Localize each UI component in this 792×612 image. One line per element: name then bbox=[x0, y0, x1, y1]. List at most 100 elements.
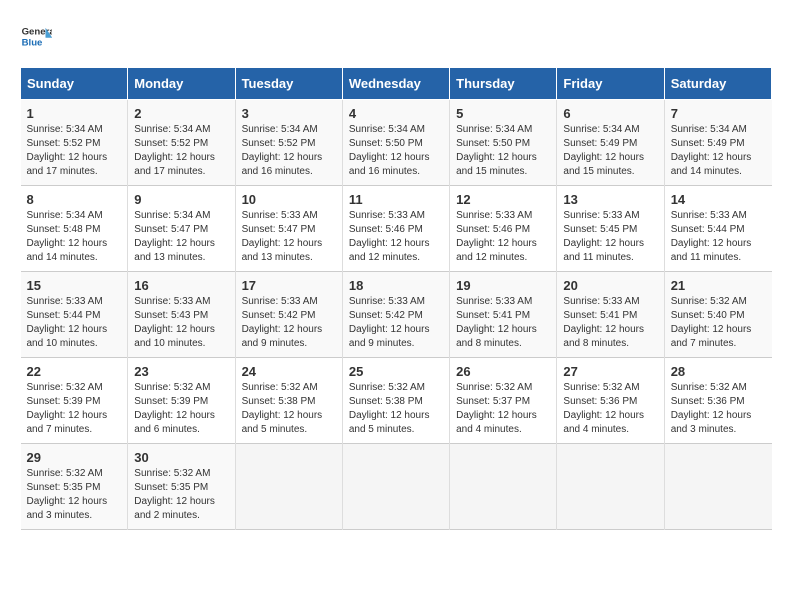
header-friday: Friday bbox=[557, 68, 664, 100]
day-number: 27 bbox=[563, 364, 657, 379]
calendar-cell: 20 Sunrise: 5:33 AM Sunset: 5:41 PM Dayl… bbox=[557, 272, 664, 358]
calendar-cell: 2 Sunrise: 5:34 AM Sunset: 5:52 PM Dayli… bbox=[128, 100, 235, 186]
calendar-week-4: 22 Sunrise: 5:32 AM Sunset: 5:39 PM Dayl… bbox=[21, 358, 772, 444]
calendar-cell: 18 Sunrise: 5:33 AM Sunset: 5:42 PM Dayl… bbox=[342, 272, 449, 358]
calendar-week-3: 15 Sunrise: 5:33 AM Sunset: 5:44 PM Dayl… bbox=[21, 272, 772, 358]
calendar-table: Sunday Monday Tuesday Wednesday Thursday… bbox=[20, 67, 772, 530]
calendar-cell: 7 Sunrise: 5:34 AM Sunset: 5:49 PM Dayli… bbox=[664, 100, 771, 186]
day-info: Sunrise: 5:34 AM Sunset: 5:50 PM Dayligh… bbox=[349, 123, 443, 179]
calendar-cell: 27 Sunrise: 5:32 AM Sunset: 5:36 PM Dayl… bbox=[557, 358, 664, 444]
day-number: 9 bbox=[134, 192, 228, 207]
day-number: 16 bbox=[134, 278, 228, 293]
day-info: Sunrise: 5:33 AM Sunset: 5:42 PM Dayligh… bbox=[242, 295, 336, 351]
header-tuesday: Tuesday bbox=[235, 68, 342, 100]
calendar-cell: 22 Sunrise: 5:32 AM Sunset: 5:39 PM Dayl… bbox=[21, 358, 128, 444]
day-info: Sunrise: 5:33 AM Sunset: 5:42 PM Dayligh… bbox=[349, 295, 443, 351]
day-info: Sunrise: 5:34 AM Sunset: 5:47 PM Dayligh… bbox=[134, 209, 228, 265]
calendar-cell: 21 Sunrise: 5:32 AM Sunset: 5:40 PM Dayl… bbox=[664, 272, 771, 358]
calendar-week-2: 8 Sunrise: 5:34 AM Sunset: 5:48 PM Dayli… bbox=[21, 186, 772, 272]
day-info: Sunrise: 5:32 AM Sunset: 5:35 PM Dayligh… bbox=[27, 467, 122, 523]
day-number: 11 bbox=[349, 192, 443, 207]
day-number: 4 bbox=[349, 106, 443, 121]
day-number: 8 bbox=[27, 192, 122, 207]
calendar-cell: 24 Sunrise: 5:32 AM Sunset: 5:38 PM Dayl… bbox=[235, 358, 342, 444]
day-info: Sunrise: 5:33 AM Sunset: 5:43 PM Dayligh… bbox=[134, 295, 228, 351]
day-info: Sunrise: 5:33 AM Sunset: 5:45 PM Dayligh… bbox=[563, 209, 657, 265]
calendar-cell: 29 Sunrise: 5:32 AM Sunset: 5:35 PM Dayl… bbox=[21, 444, 128, 530]
svg-text:Blue: Blue bbox=[22, 38, 43, 49]
header-monday: Monday bbox=[128, 68, 235, 100]
calendar-cell: 16 Sunrise: 5:33 AM Sunset: 5:43 PM Dayl… bbox=[128, 272, 235, 358]
calendar-cell: 10 Sunrise: 5:33 AM Sunset: 5:47 PM Dayl… bbox=[235, 186, 342, 272]
calendar-cell: 15 Sunrise: 5:33 AM Sunset: 5:44 PM Dayl… bbox=[21, 272, 128, 358]
day-number: 24 bbox=[242, 364, 336, 379]
day-number: 20 bbox=[563, 278, 657, 293]
day-number: 29 bbox=[27, 450, 122, 465]
calendar-cell bbox=[664, 444, 771, 530]
calendar-cell bbox=[342, 444, 449, 530]
day-info: Sunrise: 5:33 AM Sunset: 5:46 PM Dayligh… bbox=[456, 209, 550, 265]
calendar-cell: 14 Sunrise: 5:33 AM Sunset: 5:44 PM Dayl… bbox=[664, 186, 771, 272]
day-info: Sunrise: 5:32 AM Sunset: 5:40 PM Dayligh… bbox=[671, 295, 766, 351]
day-number: 28 bbox=[671, 364, 766, 379]
logo-icon: General Blue bbox=[20, 20, 52, 52]
calendar-cell: 6 Sunrise: 5:34 AM Sunset: 5:49 PM Dayli… bbox=[557, 100, 664, 186]
day-info: Sunrise: 5:34 AM Sunset: 5:52 PM Dayligh… bbox=[242, 123, 336, 179]
day-info: Sunrise: 5:32 AM Sunset: 5:38 PM Dayligh… bbox=[349, 381, 443, 437]
day-number: 21 bbox=[671, 278, 766, 293]
header-wednesday: Wednesday bbox=[342, 68, 449, 100]
page-header: General Blue bbox=[20, 20, 772, 52]
day-info: Sunrise: 5:34 AM Sunset: 5:50 PM Dayligh… bbox=[456, 123, 550, 179]
calendar-week-5: 29 Sunrise: 5:32 AM Sunset: 5:35 PM Dayl… bbox=[21, 444, 772, 530]
header-sunday: Sunday bbox=[21, 68, 128, 100]
day-number: 17 bbox=[242, 278, 336, 293]
calendar-cell: 17 Sunrise: 5:33 AM Sunset: 5:42 PM Dayl… bbox=[235, 272, 342, 358]
calendar-cell: 8 Sunrise: 5:34 AM Sunset: 5:48 PM Dayli… bbox=[21, 186, 128, 272]
day-number: 6 bbox=[563, 106, 657, 121]
day-info: Sunrise: 5:33 AM Sunset: 5:44 PM Dayligh… bbox=[27, 295, 122, 351]
day-number: 7 bbox=[671, 106, 766, 121]
calendar-cell: 9 Sunrise: 5:34 AM Sunset: 5:47 PM Dayli… bbox=[128, 186, 235, 272]
day-number: 30 bbox=[134, 450, 228, 465]
day-number: 13 bbox=[563, 192, 657, 207]
day-info: Sunrise: 5:32 AM Sunset: 5:36 PM Dayligh… bbox=[671, 381, 766, 437]
calendar-cell: 30 Sunrise: 5:32 AM Sunset: 5:35 PM Dayl… bbox=[128, 444, 235, 530]
calendar-cell: 12 Sunrise: 5:33 AM Sunset: 5:46 PM Dayl… bbox=[450, 186, 557, 272]
day-info: Sunrise: 5:32 AM Sunset: 5:36 PM Dayligh… bbox=[563, 381, 657, 437]
calendar-cell: 13 Sunrise: 5:33 AM Sunset: 5:45 PM Dayl… bbox=[557, 186, 664, 272]
day-info: Sunrise: 5:33 AM Sunset: 5:44 PM Dayligh… bbox=[671, 209, 766, 265]
calendar-cell bbox=[235, 444, 342, 530]
logo: General Blue bbox=[20, 20, 58, 52]
header-saturday: Saturday bbox=[664, 68, 771, 100]
day-info: Sunrise: 5:32 AM Sunset: 5:37 PM Dayligh… bbox=[456, 381, 550, 437]
day-info: Sunrise: 5:32 AM Sunset: 5:39 PM Dayligh… bbox=[27, 381, 122, 437]
day-info: Sunrise: 5:33 AM Sunset: 5:41 PM Dayligh… bbox=[456, 295, 550, 351]
calendar-cell bbox=[450, 444, 557, 530]
day-number: 26 bbox=[456, 364, 550, 379]
day-info: Sunrise: 5:34 AM Sunset: 5:49 PM Dayligh… bbox=[563, 123, 657, 179]
calendar-cell bbox=[557, 444, 664, 530]
day-number: 19 bbox=[456, 278, 550, 293]
day-info: Sunrise: 5:32 AM Sunset: 5:35 PM Dayligh… bbox=[134, 467, 228, 523]
calendar-week-1: 1 Sunrise: 5:34 AM Sunset: 5:52 PM Dayli… bbox=[21, 100, 772, 186]
day-info: Sunrise: 5:34 AM Sunset: 5:52 PM Dayligh… bbox=[134, 123, 228, 179]
day-info: Sunrise: 5:34 AM Sunset: 5:48 PM Dayligh… bbox=[27, 209, 122, 265]
calendar-cell: 11 Sunrise: 5:33 AM Sunset: 5:46 PM Dayl… bbox=[342, 186, 449, 272]
calendar-cell: 4 Sunrise: 5:34 AM Sunset: 5:50 PM Dayli… bbox=[342, 100, 449, 186]
calendar-cell: 5 Sunrise: 5:34 AM Sunset: 5:50 PM Dayli… bbox=[450, 100, 557, 186]
day-number: 12 bbox=[456, 192, 550, 207]
header-thursday: Thursday bbox=[450, 68, 557, 100]
day-info: Sunrise: 5:33 AM Sunset: 5:47 PM Dayligh… bbox=[242, 209, 336, 265]
header-row: Sunday Monday Tuesday Wednesday Thursday… bbox=[21, 68, 772, 100]
day-info: Sunrise: 5:34 AM Sunset: 5:49 PM Dayligh… bbox=[671, 123, 766, 179]
calendar-cell: 23 Sunrise: 5:32 AM Sunset: 5:39 PM Dayl… bbox=[128, 358, 235, 444]
day-number: 18 bbox=[349, 278, 443, 293]
day-number: 2 bbox=[134, 106, 228, 121]
day-number: 5 bbox=[456, 106, 550, 121]
calendar-cell: 1 Sunrise: 5:34 AM Sunset: 5:52 PM Dayli… bbox=[21, 100, 128, 186]
day-number: 10 bbox=[242, 192, 336, 207]
day-number: 23 bbox=[134, 364, 228, 379]
calendar-cell: 28 Sunrise: 5:32 AM Sunset: 5:36 PM Dayl… bbox=[664, 358, 771, 444]
day-number: 15 bbox=[27, 278, 122, 293]
calendar-cell: 26 Sunrise: 5:32 AM Sunset: 5:37 PM Dayl… bbox=[450, 358, 557, 444]
